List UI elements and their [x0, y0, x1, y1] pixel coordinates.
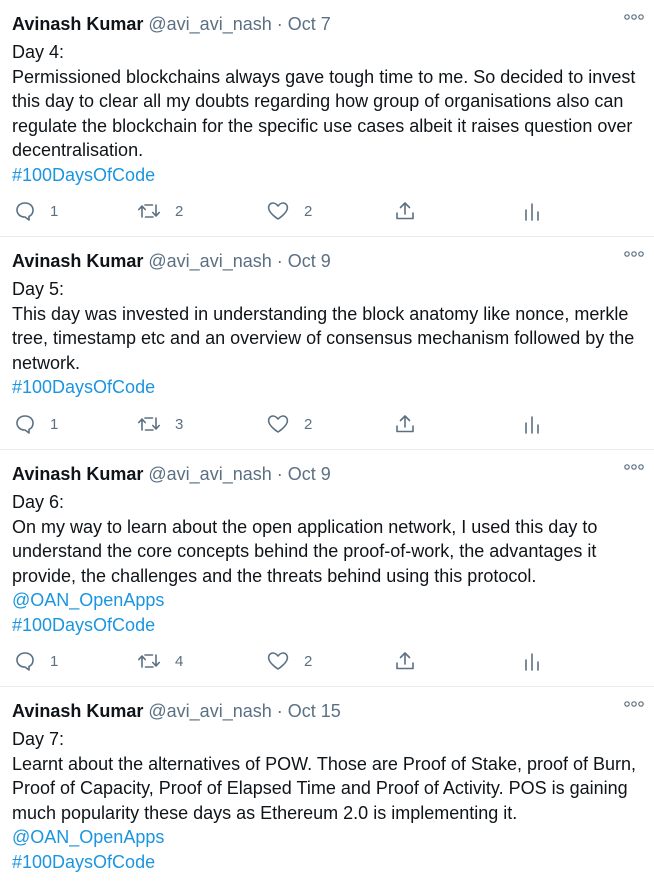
separator-dot: ·: [276, 701, 283, 721]
reply-icon: [16, 652, 34, 671]
author-handle[interactable]: @avi_avi_nash: [148, 251, 271, 271]
author-name[interactable]: Avinash Kumar: [12, 251, 143, 271]
tweet-header: Avinash Kumar @avi_avi_nash · Oct 9: [12, 249, 614, 273]
author-handle[interactable]: @avi_avi_nash: [148, 701, 271, 721]
like-count: 2: [304, 202, 313, 220]
more-horizontal-icon[interactable]: [622, 695, 646, 713]
tweet-date[interactable]: Oct 9: [288, 251, 331, 271]
tweet-text: Day 4: Permissioned blockchains always g…: [12, 40, 640, 187]
share-icon: [396, 415, 414, 433]
share-icon: [396, 652, 414, 670]
hashtag-link[interactable]: #100DaysOfCode: [12, 613, 640, 638]
analytics-button[interactable]: [522, 199, 542, 223]
tweet-line: Day 5:: [12, 279, 65, 299]
analytics-button[interactable]: [522, 412, 542, 436]
heart-icon: [267, 202, 289, 220]
more-horizontal-icon[interactable]: [622, 8, 646, 26]
analytics-icon: [525, 203, 539, 221]
tweet-line: Day 7:: [12, 729, 65, 749]
author-handle[interactable]: @avi_avi_nash: [148, 464, 271, 484]
retweet-icon: [138, 417, 160, 431]
retweet-count: 3: [175, 415, 184, 433]
like-button[interactable]: 2: [266, 412, 312, 436]
tweet-date[interactable]: Oct 15: [288, 701, 341, 721]
analytics-button[interactable]: [522, 649, 542, 673]
tweet[interactable]: Avinash Kumar @avi_avi_nash · Oct 9 Day …: [0, 237, 654, 450]
reply-button[interactable]: 1: [14, 412, 58, 436]
tweet-line: This day was invested in understanding t…: [12, 303, 640, 373]
tweet[interactable]: Avinash Kumar @avi_avi_nash · Oct 9 Day …: [0, 450, 654, 687]
author-name[interactable]: Avinash Kumar: [12, 464, 143, 484]
reply-button[interactable]: 1: [14, 199, 58, 223]
retweet-count: 4: [175, 652, 184, 670]
like-count: 2: [304, 652, 313, 670]
author-name[interactable]: Avinash Kumar: [12, 14, 143, 34]
tweet[interactable]: Avinash Kumar @avi_avi_nash · Oct 7 Day …: [0, 0, 654, 237]
tweet-line: Day 6:: [12, 492, 65, 512]
reply-button[interactable]: 1: [14, 649, 58, 673]
reply-icon: [16, 202, 34, 221]
tweet-header: Avinash Kumar @avi_avi_nash · Oct 9: [12, 462, 614, 486]
reply-count: 1: [50, 652, 59, 670]
heart-icon: [267, 652, 289, 670]
tweet-actions: 1 3 2: [0, 412, 654, 436]
retweet-button[interactable]: 2: [137, 199, 183, 223]
share-button[interactable]: [394, 412, 416, 436]
retweet-icon: [138, 654, 160, 668]
tweet-line: Day 4:: [12, 42, 65, 62]
hashtag-link[interactable]: #100DaysOfCode: [12, 163, 640, 188]
heart-icon: [267, 415, 289, 433]
mention-link[interactable]: @OAN_OpenApps: [12, 588, 640, 613]
retweet-icon: [138, 204, 160, 218]
tweet-actions: 1 4 2: [0, 649, 654, 673]
retweet-button[interactable]: 4: [137, 649, 183, 673]
tweet-text: Day 7: Learnt about the alternatives of …: [12, 727, 640, 874]
like-button[interactable]: 2: [266, 199, 312, 223]
author-handle[interactable]: @avi_avi_nash: [148, 14, 271, 34]
analytics-icon: [525, 653, 539, 671]
share-button[interactable]: [394, 649, 416, 673]
tweet-actions: 1 2 2: [0, 199, 654, 223]
hashtag-link[interactable]: #100DaysOfCode: [12, 850, 640, 875]
separator-dot: ·: [276, 251, 283, 271]
tweet-date[interactable]: Oct 7: [288, 14, 331, 34]
mention-link[interactable]: @OAN_OpenApps: [12, 825, 640, 850]
separator-dot: ·: [276, 464, 283, 484]
share-button[interactable]: [394, 199, 416, 223]
more-horizontal-icon[interactable]: [622, 245, 646, 263]
tweet[interactable]: Avinash Kumar @avi_avi_nash · Oct 15 Day…: [0, 687, 654, 882]
tweet-text: Day 6: On my way to learn about the open…: [12, 490, 640, 637]
tweet-date[interactable]: Oct 9: [288, 464, 331, 484]
tweet-header: Avinash Kumar @avi_avi_nash · Oct 7: [12, 12, 614, 36]
tweet-line: On my way to learn about the open applic…: [12, 516, 603, 586]
retweet-button[interactable]: 3: [137, 412, 183, 436]
retweet-count: 2: [175, 202, 184, 220]
more-horizontal-icon[interactable]: [622, 458, 646, 476]
analytics-icon: [525, 416, 539, 434]
reply-count: 1: [50, 202, 59, 220]
like-count: 2: [304, 415, 313, 433]
tweet-line: Learnt about the alternatives of POW. Th…: [12, 753, 642, 823]
share-icon: [396, 202, 414, 220]
reply-count: 1: [50, 415, 59, 433]
hashtag-link[interactable]: #100DaysOfCode: [12, 375, 640, 400]
author-name[interactable]: Avinash Kumar: [12, 701, 143, 721]
reply-icon: [16, 415, 34, 434]
separator-dot: ·: [276, 14, 283, 34]
tweet-text: Day 5: This day was invested in understa…: [12, 277, 640, 400]
tweet-header: Avinash Kumar @avi_avi_nash · Oct 15: [12, 699, 614, 723]
tweet-line: Permissioned blockchains always gave tou…: [12, 66, 641, 161]
like-button[interactable]: 2: [266, 649, 312, 673]
